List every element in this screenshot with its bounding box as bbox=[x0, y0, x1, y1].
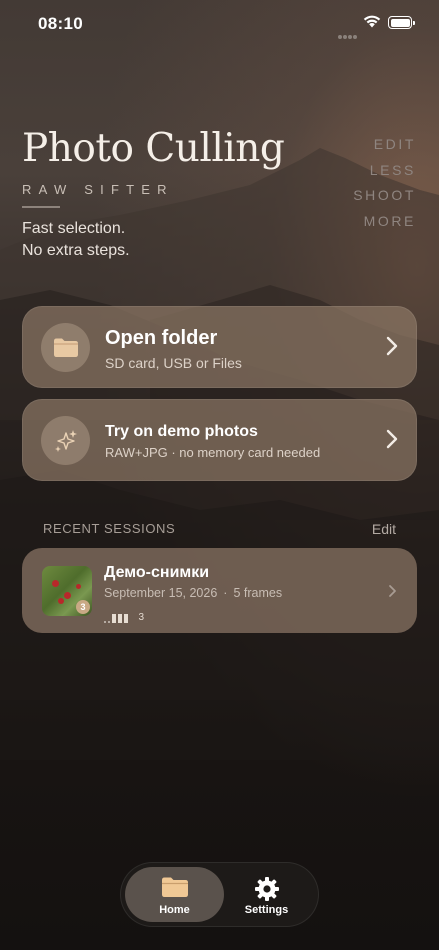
open-folder-button[interactable]: Open folder SD card, USB or Files bbox=[22, 306, 417, 388]
session-title: Демо-снимки bbox=[104, 564, 210, 581]
motto-word: LESS bbox=[369, 161, 416, 178]
try-demo-subtitle: RAW+JPG · no memory card needed bbox=[105, 445, 321, 460]
tab-settings-label: Settings bbox=[244, 904, 289, 916]
session-selected-badge: 3 bbox=[76, 600, 90, 614]
motto-word: EDIT bbox=[373, 136, 416, 152]
tab-settings[interactable]: Settings bbox=[217, 867, 316, 922]
status-time: 08:10 bbox=[38, 14, 83, 33]
tagline-line: No extra steps. bbox=[22, 242, 130, 259]
try-demo-photos-button[interactable]: Try on demo photos RAW+JPG · no memory c… bbox=[22, 399, 417, 481]
session-row[interactable]: 3 Демо-снимки September 15, 2026 · 5 frame… bbox=[22, 548, 417, 633]
title-divider bbox=[22, 206, 60, 208]
open-folder-subtitle: SD card, USB or Files bbox=[105, 355, 242, 371]
status-bar: 08:10 bbox=[0, 0, 439, 48]
session-rating-count: 3 bbox=[138, 612, 145, 623]
chevron-right-icon bbox=[389, 585, 396, 597]
recent-sessions-header: RECENT SESSIONS bbox=[43, 521, 176, 536]
edit-sessions-button[interactable]: Edit bbox=[372, 521, 396, 537]
app-title: Photo Culling bbox=[22, 126, 285, 171]
session-rating-histogram: 3 bbox=[104, 605, 144, 623]
sparkles-icon bbox=[54, 429, 77, 452]
chevron-right-icon bbox=[386, 336, 398, 356]
wifi-icon bbox=[363, 15, 381, 28]
folder-icon bbox=[53, 338, 78, 357]
tab-home[interactable]: Home bbox=[125, 867, 224, 922]
tagline-line: Fast selection. bbox=[22, 220, 126, 237]
motto: EDIT LESS SHOOT MORE bbox=[353, 132, 416, 234]
session-date: September 15, 2026 bbox=[104, 586, 218, 600]
motto-word: MORE bbox=[363, 212, 416, 229]
folder-icon bbox=[161, 877, 188, 897]
tab-bar: Home Settings bbox=[120, 862, 319, 927]
sparkles-icon-badge bbox=[41, 416, 90, 465]
chevron-right-icon bbox=[386, 429, 398, 449]
folder-icon-badge bbox=[41, 323, 90, 372]
tagline: Fast selection. No extra steps. bbox=[22, 218, 130, 262]
session-meta: September 15, 2026 · 5 frames bbox=[104, 586, 283, 600]
battery-icon bbox=[388, 16, 415, 29]
try-demo-title: Try on demo photos bbox=[105, 423, 258, 440]
open-folder-title: Open folder bbox=[105, 327, 218, 349]
gear-icon bbox=[254, 877, 279, 901]
session-frames: 5 frames bbox=[233, 586, 283, 600]
tab-home-label: Home bbox=[159, 904, 190, 916]
session-thumbnail: 3 bbox=[42, 566, 92, 616]
motto-word: SHOOT bbox=[353, 187, 416, 203]
app-subtitle: RAW SIFTER bbox=[22, 182, 174, 197]
cellular-signal-icon bbox=[338, 26, 358, 44]
